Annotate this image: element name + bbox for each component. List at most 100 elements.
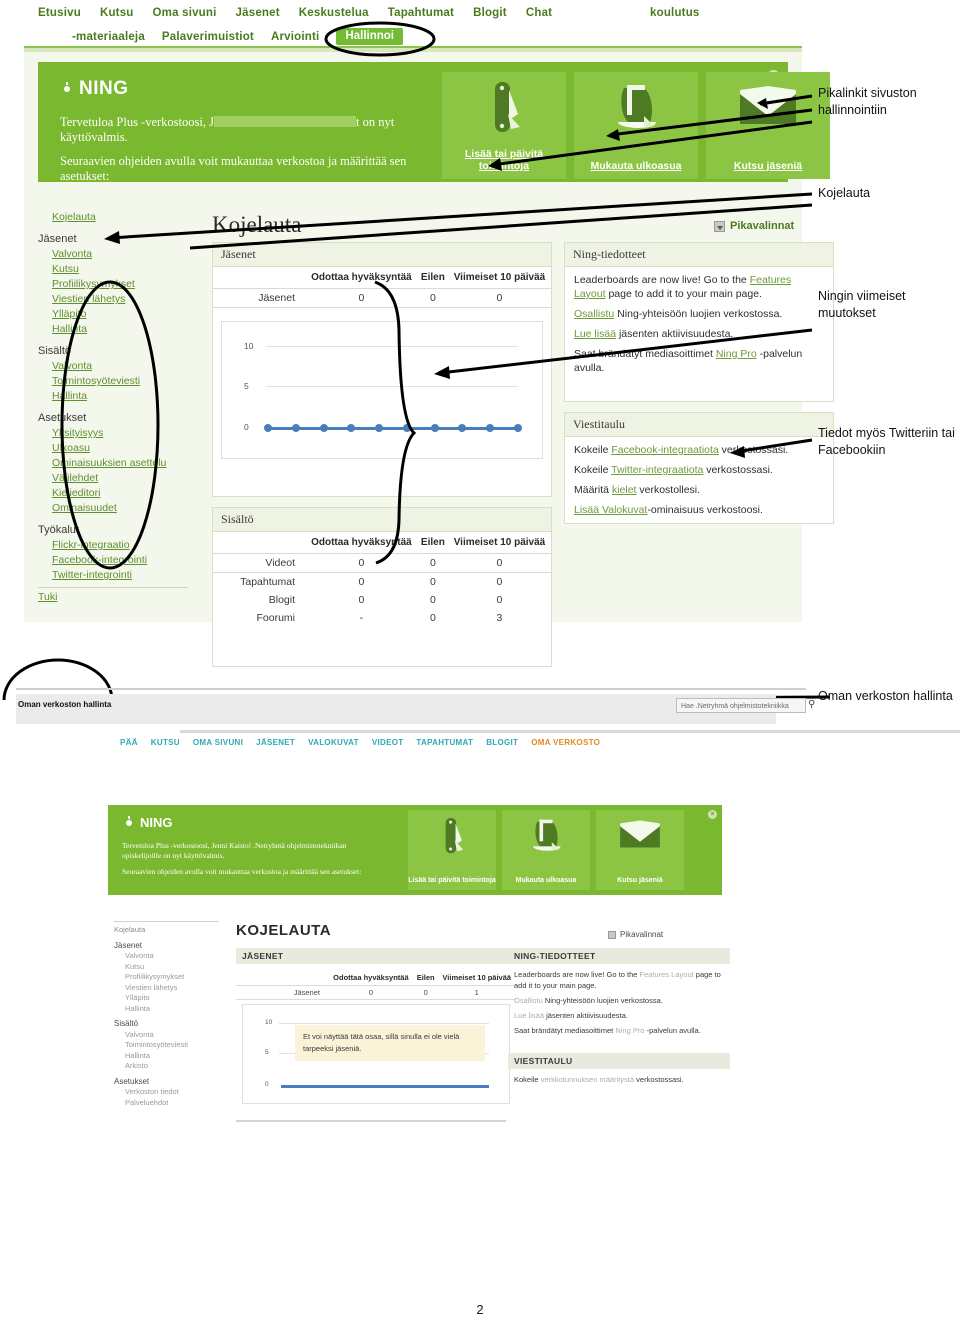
quick-links-button-lower[interactable]: Pikavalinnat bbox=[608, 930, 663, 939]
tile-customize-appearance-lower[interactable]: Mukauta ulkoasua bbox=[502, 810, 590, 890]
top-nav-sub-item-0[interactable]: -materiaaleja bbox=[72, 31, 145, 43]
sidebar-item-lower-toimintosyöteviesti[interactable]: Toimintosyöteviesti bbox=[114, 1040, 222, 1051]
sidebar-divider bbox=[114, 921, 219, 922]
top-nav-item-1[interactable]: Kutsu bbox=[100, 7, 134, 19]
tile-label: Kutsu jäseniä bbox=[617, 877, 663, 884]
sidebar-item-hallinta[interactable]: Hallinta bbox=[38, 322, 192, 337]
sidebar-item-lower-valvonta[interactable]: Valvonta bbox=[114, 1030, 222, 1041]
sidebar-item-lower-hallinta[interactable]: Hallinta bbox=[114, 1051, 222, 1062]
top-nav-item-7[interactable]: Chat bbox=[526, 7, 552, 19]
sidebar-item-lower-verkoston-tiedot[interactable]: Verkoston tiedot bbox=[114, 1087, 222, 1098]
ning-notice-lower-link-0[interactable]: Features Layout bbox=[640, 970, 694, 979]
table-cell: 0 bbox=[429, 576, 436, 588]
content-panel-title: Sisältö bbox=[213, 508, 551, 532]
top-nav-sub-item-1[interactable]: Palaverimuistiot bbox=[162, 31, 254, 43]
sidebar-item-viestien-lähetys[interactable]: Viestien lähetys bbox=[38, 292, 192, 307]
sidebar-item-ylläpito[interactable]: Ylläpito bbox=[38, 307, 192, 322]
top-nav-sub-item-2[interactable]: Arviointi bbox=[271, 31, 319, 43]
members-header-3: Viimeiset 10 päivää bbox=[453, 272, 546, 283]
network-nav-item-6[interactable]: TAPAHTUMAT bbox=[416, 738, 473, 747]
tile-add-features-lower[interactable]: Lisää tai päivitä toimintoja bbox=[408, 810, 496, 890]
members-header-lower-3: Viimeiset 10 päivää bbox=[442, 973, 512, 982]
network-nav-item-8[interactable]: OMA VERKOSTO bbox=[531, 738, 600, 747]
ning-welcome-banner: NING Tervetuloa Plus -verkostoosi, Jt on… bbox=[38, 62, 830, 183]
sidebar-item-hallinta[interactable]: Hallinta bbox=[38, 389, 192, 404]
message-notice-link-0[interactable]: Facebook-integraatiota bbox=[611, 444, 718, 456]
top-nav-item-3[interactable]: Jäsenet bbox=[236, 7, 280, 19]
site-top-nav: Etusivu Kutsu Oma sivuni Jäsenet Keskustelua… bbox=[0, 0, 805, 48]
network-nav-item-2[interactable]: OMA SIVUNI bbox=[193, 738, 243, 747]
network-nav-item-0[interactable]: PÄÄ bbox=[120, 738, 138, 747]
sidebar-item-tuki[interactable]: Tuki bbox=[38, 590, 192, 605]
tile-invite-members[interactable]: Kutsu jäseniä bbox=[706, 72, 830, 179]
message-notice-lower-link-0[interactable]: verkkotunnuksen määritystä bbox=[541, 1075, 634, 1084]
sidebar-item-kielieditori[interactable]: Kielieditori bbox=[38, 486, 192, 501]
ning-logo-lower: NING bbox=[122, 815, 173, 830]
ning-notice-lower-link-3[interactable]: Ning Pro bbox=[615, 1026, 644, 1035]
ning-welcome-banner-lower: NING Tervetuloa Plus -verkostoosi, Jenni… bbox=[108, 805, 722, 895]
top-nav-item-2[interactable]: Oma sivuni bbox=[153, 7, 217, 19]
sidebar-item-lower-kojelauta[interactable]: Kojelauta bbox=[114, 925, 222, 936]
ning-notice-link-1[interactable]: Osallistu bbox=[574, 308, 614, 320]
sidebar-item-jäsenet: Jäsenet bbox=[38, 233, 77, 245]
ning-notice-link-2[interactable]: Lue lisää bbox=[574, 328, 616, 340]
quick-links-button[interactable]: Pikavalinnat bbox=[714, 220, 794, 232]
message-board-panel: Viestitaulu Kokeile Facebook-integraatio… bbox=[564, 412, 834, 524]
members-panel-title: Jäsenet bbox=[213, 243, 551, 267]
tile-customize-appearance[interactable]: Mukauta ulkoasua bbox=[574, 72, 698, 179]
sidebar-item-facebook-integrointi[interactable]: Facebook-integrointi bbox=[38, 553, 192, 568]
paint-bucket-icon bbox=[532, 819, 561, 851]
message-notice-link-1[interactable]: Twitter-integraatiota bbox=[611, 464, 703, 476]
table-row: Jäsenet 0 0 1 bbox=[236, 985, 516, 1000]
message-notice-line-3: Lisää Valokuvat-ominaisuus verkostoosi. bbox=[574, 504, 763, 516]
ning-notice-lower-link-1[interactable]: Osallistu bbox=[514, 996, 543, 1005]
network-nav-item-4[interactable]: VALOKUVAT bbox=[308, 738, 359, 747]
sidebar-item-valvonta[interactable]: Valvonta bbox=[38, 359, 192, 374]
sidebar-item-lower-viestien-lähetys[interactable]: Viestien lähetys bbox=[114, 983, 222, 994]
ning-notice-link-0[interactable]: Features Layout bbox=[574, 274, 791, 300]
sidebar-item-kojelauta[interactable]: Kojelauta bbox=[38, 210, 192, 225]
table-row: Tapahtumat 0 0 0 bbox=[213, 573, 551, 592]
tile-add-features[interactable]: Lisää tai päivitä toimintoja bbox=[442, 72, 566, 179]
top-nav-item-0[interactable]: Etusivu bbox=[38, 7, 81, 19]
sidebar-item-valvonta[interactable]: Valvonta bbox=[38, 247, 192, 262]
sidebar-item-lower-profiilikysymykset[interactable]: Profiilikysymykset bbox=[114, 972, 222, 983]
table-cell: 1 bbox=[437, 985, 516, 1000]
top-nav-item-5[interactable]: Tapahtumat bbox=[388, 7, 454, 19]
network-nav-item-3[interactable]: JÄSENET bbox=[256, 738, 295, 747]
search-input[interactable]: Hae .Netryhmä ohjelmistotekniikka bbox=[676, 698, 806, 713]
sidebar-item-lower-valvonta[interactable]: Valvonta bbox=[114, 951, 222, 962]
sidebar-item-lower-hallinta[interactable]: Hallinta bbox=[114, 1004, 222, 1015]
network-nav-item-7[interactable]: BLOGIT bbox=[486, 738, 518, 747]
sidebar-item-lower-ylläpito[interactable]: Ylläpito bbox=[114, 993, 222, 1004]
sidebar-item-ominaisuudet[interactable]: Ominaisuudet bbox=[38, 501, 192, 516]
close-icon[interactable]: × bbox=[708, 810, 717, 819]
ning-notices-title: Ning-tiedotteet bbox=[565, 243, 833, 267]
search-icon[interactable]: ⚲ bbox=[808, 699, 815, 710]
message-notice-link-3[interactable]: Lisää Valokuvat bbox=[574, 504, 647, 516]
table-header-row: Odottaa hyväksyntää Eilen Viimeiset 10 päi… bbox=[213, 532, 551, 554]
sidebar-item-lower-arkisto[interactable]: Arkisto bbox=[114, 1061, 222, 1072]
sidebar-item-flickr-integraatio[interactable]: Flickr-integraatio bbox=[38, 538, 192, 553]
network-nav-item-5[interactable]: VIDEOT bbox=[372, 738, 404, 747]
message-notice-link-2[interactable]: kielet bbox=[612, 484, 637, 496]
top-nav-item-4[interactable]: Keskustelua bbox=[299, 7, 369, 19]
sidebar-item-lower-palveluehdot[interactable]: Palveluehdot bbox=[114, 1098, 222, 1109]
sidebar-item-profiilikysymykset[interactable]: Profiilikysymykset bbox=[38, 277, 192, 292]
sidebar-item-lower-kutsu[interactable]: Kutsu bbox=[114, 962, 222, 973]
sidebar-item-ulkoasu[interactable]: Ulkoasu bbox=[38, 441, 192, 456]
sidebar-item-toimintosyöteviesti[interactable]: Toimintosyöteviesti bbox=[38, 374, 192, 389]
sidebar-item-yksityisyys[interactable]: Yksityisyys bbox=[38, 426, 192, 441]
top-nav-active-tab[interactable]: Hallinnoi bbox=[336, 28, 403, 45]
network-nav-item-1[interactable]: KUTSU bbox=[151, 738, 180, 747]
y-tick-label: 10 bbox=[265, 1019, 273, 1026]
ning-notice-link-3[interactable]: Ning Pro bbox=[716, 348, 757, 360]
top-nav-item-6[interactable]: Blogit bbox=[473, 7, 507, 19]
members-chart-lower: 10 5 0 Et voi näyttää tätä osaa, sillä s… bbox=[242, 1004, 510, 1104]
sidebar-item-twitter-integrointi[interactable]: Twitter-integrointi bbox=[38, 568, 192, 583]
ning-notice-lower-link-2[interactable]: Lue lisää bbox=[514, 1011, 544, 1020]
sidebar-item-kutsu[interactable]: Kutsu bbox=[38, 262, 192, 277]
sidebar-item-välilehdet[interactable]: Välilehdet bbox=[38, 471, 192, 486]
tile-invite-members-lower[interactable]: Kutsu jäseniä bbox=[596, 810, 684, 890]
sidebar-item-ominaisuuksien-asettelu[interactable]: Ominaisuuksien asettelu bbox=[38, 456, 192, 471]
